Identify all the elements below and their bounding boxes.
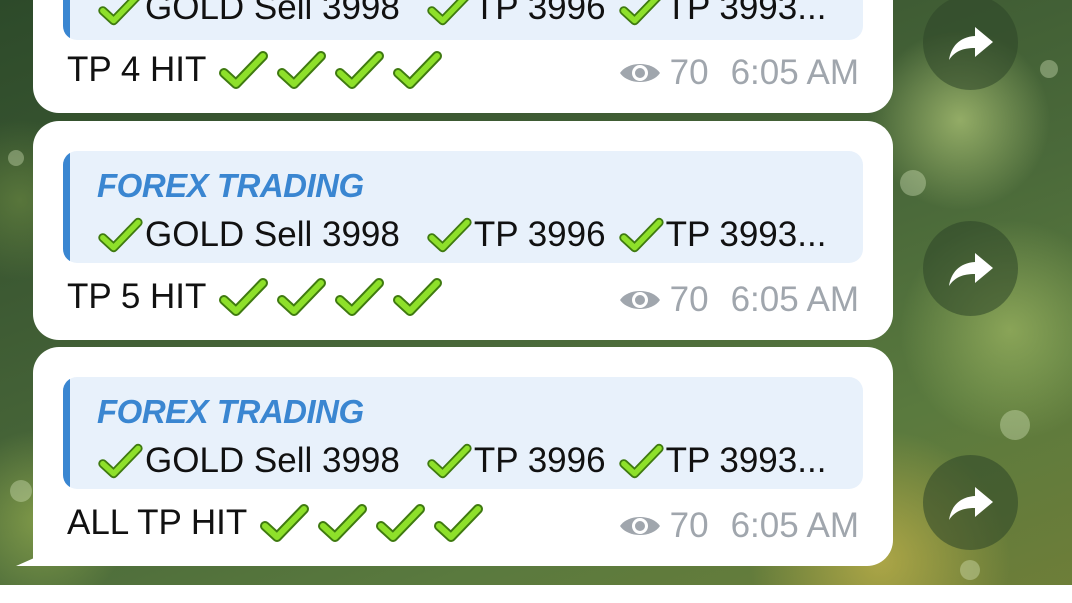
message-text: ALL TP HIT	[67, 502, 491, 544]
quote-segment-text: GOLD Sell 3998	[145, 441, 400, 480]
quoted-reply[interactable]: FOREX TRADING GOLD Sell 3998 TP 3996 TP …	[63, 377, 863, 489]
check-emoji-group	[259, 502, 491, 544]
quote-segment: TP 3996	[426, 441, 606, 481]
quoted-text: GOLD Sell 3998 TP 3996 TP 3993...	[97, 441, 826, 481]
share-forward-icon	[948, 26, 993, 60]
eye-icon	[619, 291, 660, 309]
quote-segment-text: GOLD Sell 3998	[145, 215, 400, 254]
message-bubble[interactable]: FOREX TRADING GOLD Sell 3998 TP 3996 TP …	[33, 347, 893, 566]
heavy-check-mark-icon	[618, 217, 664, 253]
quote-segment-text: TP 3993...	[665, 215, 827, 254]
quote-accent-bar	[63, 377, 70, 489]
quote-channel-name: FOREX TRADING	[97, 167, 364, 204]
forward-button[interactable]	[923, 0, 1018, 90]
message-meta: 70 6:05 AM	[618, 506, 859, 546]
message-time: 6:05 AM	[730, 280, 859, 319]
forward-button[interactable]	[923, 455, 1018, 550]
heavy-check-mark-icon	[434, 504, 484, 542]
heavy-check-mark-icon	[260, 504, 310, 542]
heavy-check-mark-icon	[618, 443, 664, 479]
heavy-check-mark-icon	[98, 443, 143, 479]
message-text-content: TP 4 HIT	[67, 50, 207, 89]
heavy-check-mark-icon	[393, 278, 443, 316]
quoted-reply[interactable]: GOLD Sell 3998 TP 3996 TP 3993...	[63, 0, 863, 40]
message-text-content: TP 5 HIT	[67, 277, 207, 316]
heavy-check-mark-icon	[335, 278, 385, 316]
quote-segment: TP 3993...	[618, 215, 827, 255]
heavy-check-mark-icon	[427, 217, 472, 253]
quote-segment: GOLD Sell 3998	[97, 215, 400, 255]
heavy-check-mark-icon	[277, 278, 327, 316]
check-emoji-group	[218, 276, 450, 318]
message-text: TP 4 HIT	[67, 49, 450, 91]
message-bubble[interactable]: GOLD Sell 3998 TP 3996 TP 3993... TP 4 H…	[33, 0, 893, 113]
heavy-check-mark-icon	[98, 217, 143, 253]
background-bokeh	[1000, 410, 1030, 440]
quoted-reply[interactable]: FOREX TRADING GOLD Sell 3998 TP 3996 TP …	[63, 151, 863, 263]
message-bubble[interactable]: FOREX TRADING GOLD Sell 3998 TP 3996 TP …	[33, 121, 893, 340]
quote-segment-text: TP 3996	[473, 0, 606, 27]
heavy-check-mark-icon	[219, 278, 269, 316]
quote-channel-name: FOREX TRADING	[97, 393, 364, 430]
heavy-check-mark-icon	[335, 51, 385, 89]
message-meta: 70 6:05 AM	[618, 53, 859, 93]
heavy-check-mark-icon	[98, 0, 140, 26]
quote-segment-text: TP 3996	[473, 441, 606, 480]
heavy-check-mark-icon	[427, 0, 469, 26]
heavy-check-mark-icon	[219, 51, 269, 89]
message-time: 6:05 AM	[730, 506, 859, 545]
quote-segment-text: TP 3993...	[665, 441, 827, 480]
quote-segment: GOLD Sell 3998	[97, 0, 400, 28]
quote-segment: GOLD Sell 3998	[97, 441, 400, 481]
quote-segment: TP 3993...	[618, 441, 827, 481]
heavy-check-mark-icon	[393, 51, 443, 89]
eye-icon	[619, 64, 660, 82]
background-bokeh	[960, 560, 980, 580]
share-forward-icon	[948, 486, 993, 520]
quote-segment-text: TP 3996	[473, 215, 606, 254]
quote-accent-bar	[63, 0, 70, 40]
background-bokeh	[8, 150, 24, 166]
quote-segment: TP 3996	[426, 215, 606, 255]
heavy-check-mark-icon	[376, 504, 426, 542]
eye-icon	[619, 517, 660, 535]
bottom-bar	[0, 585, 1072, 603]
quote-segment: TP 3996	[426, 0, 606, 28]
quote-segment-text: GOLD Sell 3998	[145, 0, 400, 27]
view-count: 70	[669, 506, 709, 545]
background-bokeh	[1040, 60, 1058, 78]
quote-segment: TP 3993...	[618, 0, 827, 28]
message-meta: 70 6:05 AM	[618, 280, 859, 320]
background-bokeh	[10, 480, 32, 502]
message-time: 6:05 AM	[730, 53, 859, 92]
message-text-content: ALL TP HIT	[67, 503, 248, 542]
forward-button[interactable]	[923, 221, 1018, 316]
heavy-check-mark-icon	[277, 51, 327, 89]
quoted-text: GOLD Sell 3998 TP 3996 TP 3993...	[97, 0, 826, 28]
heavy-check-mark-icon	[427, 443, 472, 479]
background-bokeh	[900, 170, 926, 196]
view-count: 70	[669, 280, 709, 319]
message-text: TP 5 HIT	[67, 276, 450, 318]
check-emoji-group	[218, 49, 450, 91]
heavy-check-mark-icon	[318, 504, 368, 542]
share-forward-icon	[948, 252, 993, 286]
quote-segment-text: TP 3993...	[665, 0, 827, 27]
quoted-text: GOLD Sell 3998 TP 3996 TP 3993...	[97, 215, 826, 255]
heavy-check-mark-icon	[618, 0, 661, 26]
view-count: 70	[669, 53, 709, 92]
quote-accent-bar	[63, 151, 70, 263]
